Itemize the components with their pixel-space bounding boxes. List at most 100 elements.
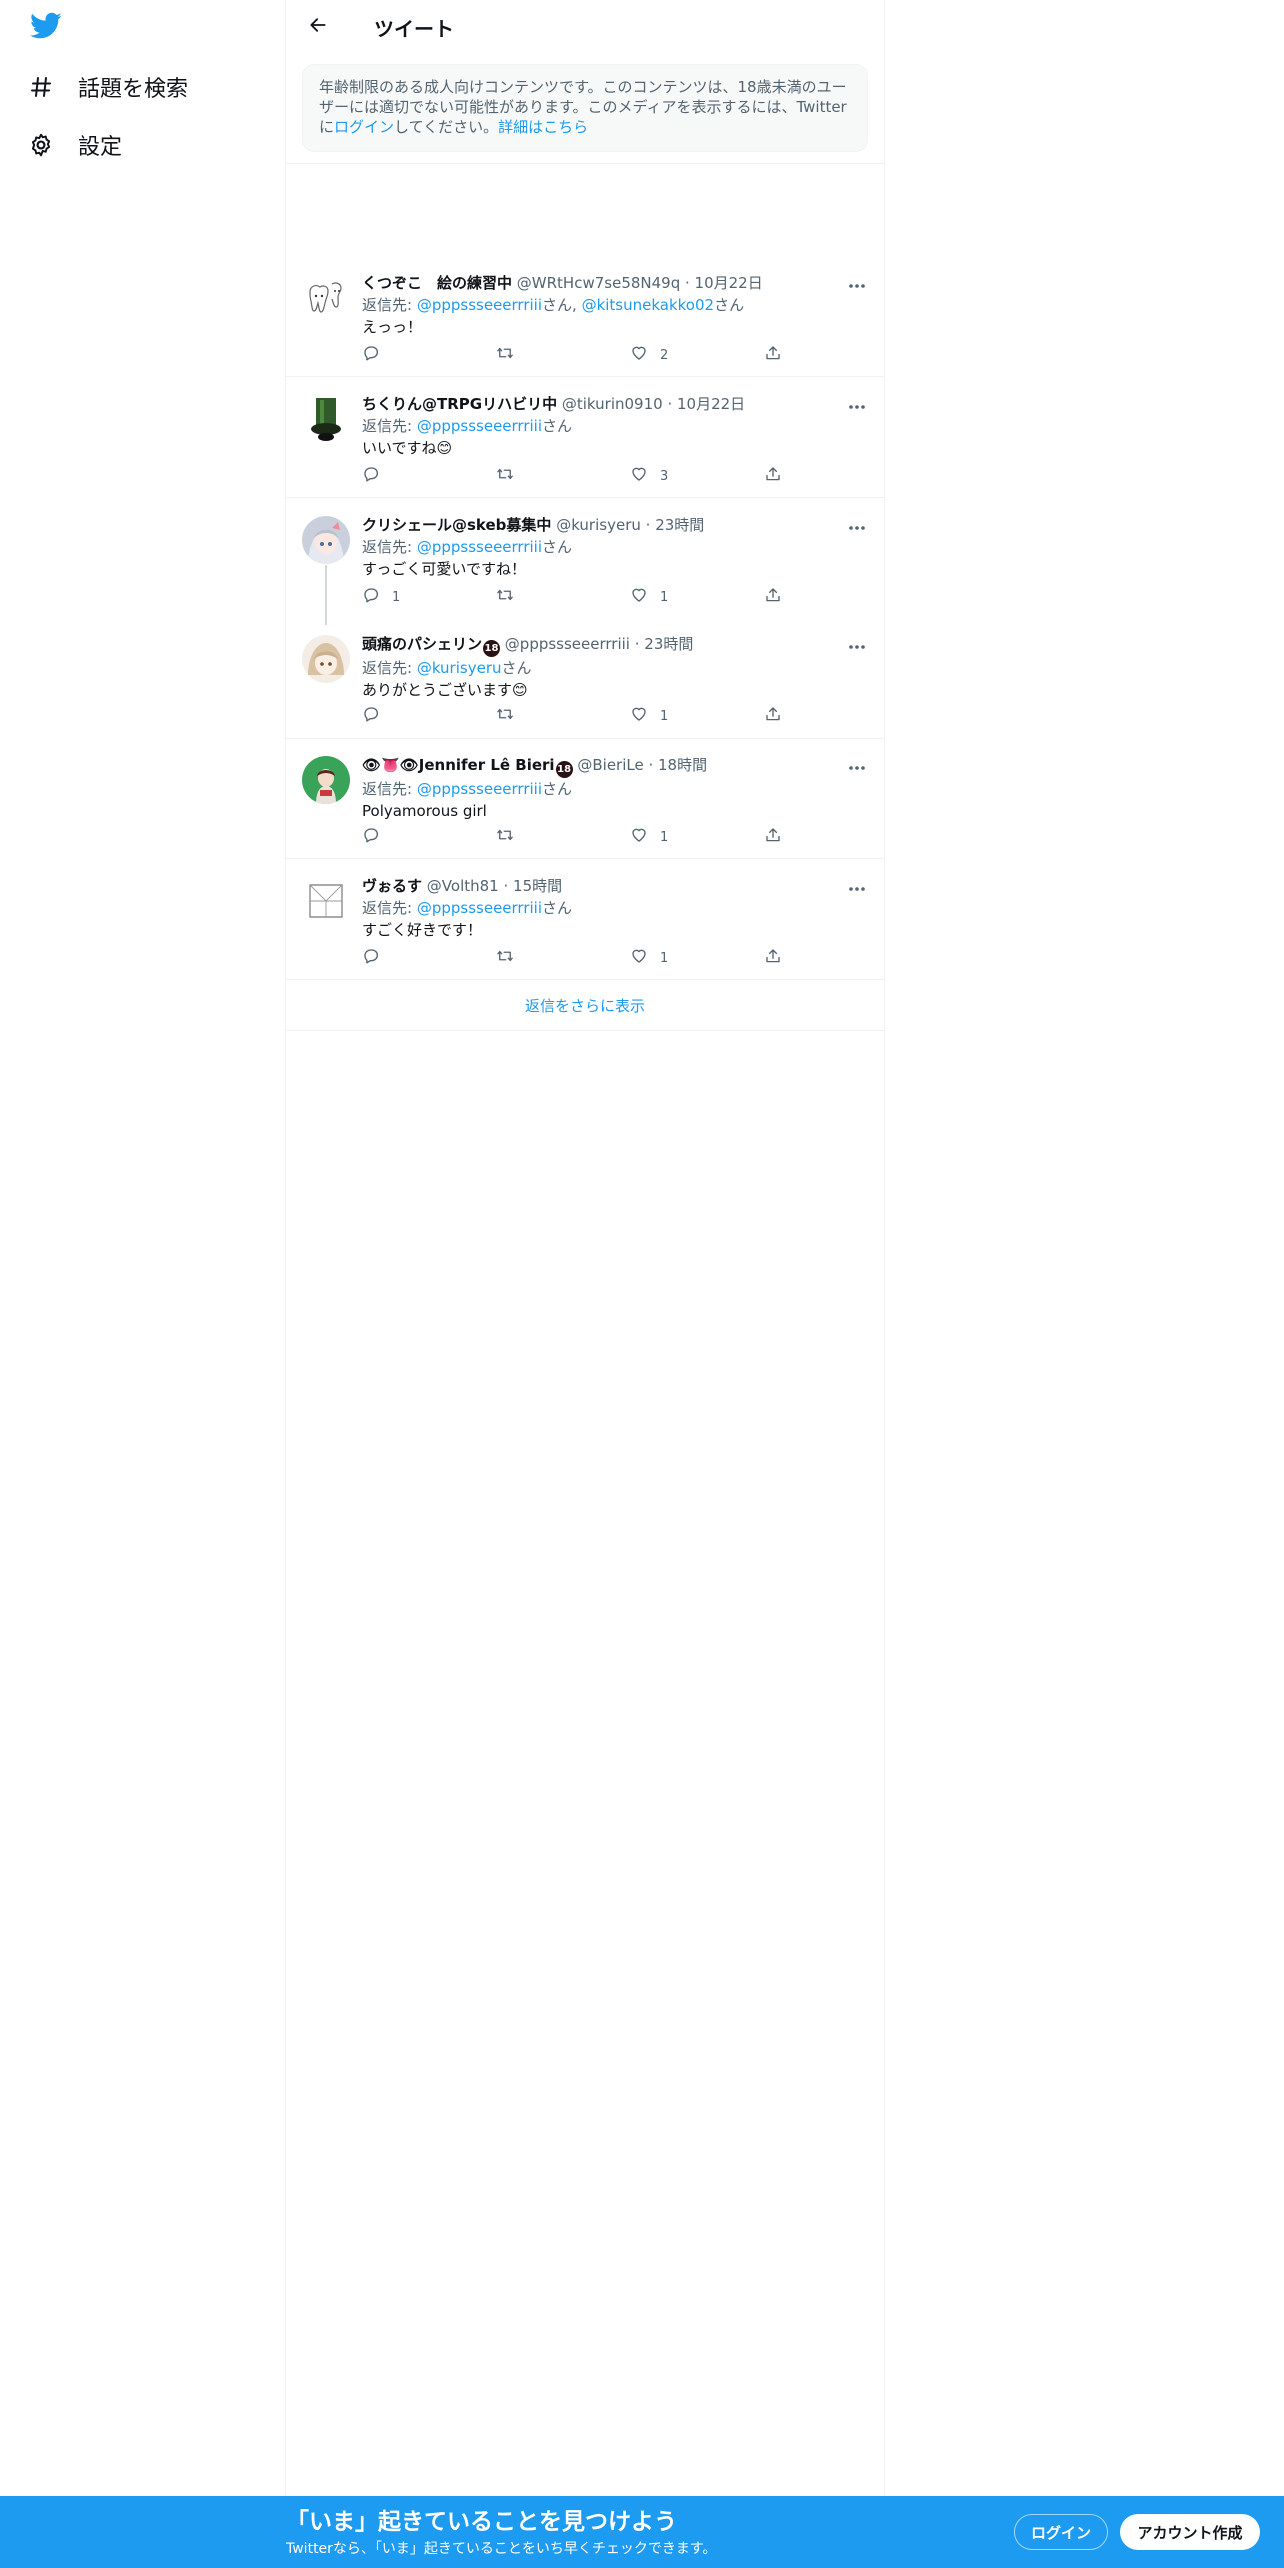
avatar[interactable] [302, 635, 350, 683]
tweet-text: えっっ！ [362, 318, 423, 336]
user-handle[interactable]: @tikurin0910 [562, 395, 663, 413]
show-more-replies-button[interactable]: 返信をさらに表示 [286, 980, 884, 1030]
retweet-button[interactable] [496, 826, 526, 848]
tweet-actions: 3 [362, 465, 802, 487]
share-button[interactable] [764, 586, 782, 608]
mention-link[interactable]: @kurisyeru [417, 659, 502, 677]
sidebar-item-explore[interactable]: 話題を検索 [24, 63, 188, 111]
avatar[interactable] [302, 274, 350, 322]
like-count: 1 [660, 950, 669, 966]
timestamp[interactable]: 15時間 [513, 877, 562, 895]
avatar[interactable] [302, 516, 350, 564]
heart-icon [630, 826, 648, 848]
back-button[interactable] [300, 9, 336, 45]
reply-button[interactable] [362, 465, 392, 487]
tweet-reply[interactable]: くつぞこ 絵の練習中 @WRtHcw7se58N49q · 10月22日 返信先… [286, 262, 884, 376]
tweet-reply[interactable]: クリシェール@skeb募集中 @kurisyeru · 23時間 返信先: @p… [286, 504, 884, 619]
like-button[interactable]: 1 [630, 947, 668, 969]
more-options-button[interactable] [844, 514, 870, 536]
timestamp[interactable]: 18時間 [658, 756, 707, 774]
reply-button[interactable] [362, 705, 392, 727]
timestamp[interactable]: 23時間 [655, 516, 704, 534]
create-account-button[interactable]: アカウント作成 [1120, 2514, 1260, 2550]
display-name[interactable]: くつぞこ 絵の練習中 [362, 274, 512, 292]
tweet-reply[interactable]: 頭痛のパシェリン 18 @pppssseeerrriii · 23時間 返信先: … [286, 623, 884, 738]
user-handle[interactable]: @pppssseeerrriii [505, 635, 630, 653]
avatar[interactable] [302, 756, 350, 804]
twitter-logo-icon[interactable] [30, 12, 66, 44]
share-button[interactable] [764, 826, 782, 848]
tweet-reply[interactable]: ちくりん@TRPGリハビリ中 @tikurin0910 · 10月22日 返信先… [286, 383, 884, 497]
reply-button[interactable] [362, 947, 392, 969]
tweet-actions: 1 [362, 947, 802, 969]
avatar[interactable] [302, 395, 350, 443]
divider [286, 858, 884, 859]
share-button[interactable] [764, 344, 782, 366]
tweet-body: 頭痛のパシェリン 18 @pppssseeerrriii · 23時間 返信先: … [362, 633, 862, 701]
like-button[interactable]: 1 [630, 826, 668, 848]
retweet-button[interactable] [496, 344, 526, 366]
divider [286, 497, 884, 498]
banner-title: 「いま」起きていることを見つけよう [286, 2509, 677, 2535]
reply-button[interactable] [362, 344, 392, 366]
mention-link[interactable]: @pppssseeerrriii [417, 538, 542, 556]
user-handle[interactable]: @BieriLe [577, 756, 643, 774]
timestamp[interactable]: 10月22日 [695, 274, 763, 292]
reply-context: 返信先: @pppssseeerrriiiさん [362, 780, 573, 798]
like-count: 3 [660, 468, 669, 484]
more-options-button[interactable] [844, 633, 870, 655]
sidebar-item-settings[interactable]: 設定 [24, 121, 122, 169]
retweet-button[interactable] [496, 947, 526, 969]
like-button[interactable]: 1 [630, 586, 668, 608]
mention-link[interactable]: @pppssseeerrriii [417, 296, 542, 314]
notice-text: 年齢制限のある成人向けコンテンツです。このコンテンツは、18歳未満のユー [319, 78, 847, 96]
more-options-button[interactable] [844, 875, 870, 897]
share-button[interactable] [764, 465, 782, 487]
header: ツイート [286, 0, 884, 54]
user-handle[interactable]: @Volth81 [427, 877, 499, 895]
retweet-button[interactable] [496, 465, 526, 487]
display-name[interactable]: クリシェール@skeb募集中 [362, 516, 551, 534]
avatar[interactable] [302, 877, 350, 925]
retweet-button[interactable] [496, 586, 526, 608]
main-column: ツイート 年齢制限のある成人向けコンテンツです。このコンテンツは、18歳未満のユ… [285, 0, 885, 2496]
display-name[interactable]: 頭痛のパシェリン [362, 635, 482, 653]
reply-icon [362, 465, 380, 487]
tweet-actions: 1 1 [362, 586, 802, 608]
reply-icon [362, 586, 380, 608]
more-options-button[interactable] [844, 393, 870, 415]
mention-link[interactable]: @pppssseeerrriii [417, 899, 542, 917]
user-handle[interactable]: @kurisyeru [556, 516, 641, 534]
share-button[interactable] [764, 705, 782, 727]
share-button[interactable] [764, 947, 782, 969]
reply-context: 返信先: @pppssseeerrriiiさん [362, 538, 573, 556]
like-button[interactable]: 2 [630, 344, 668, 366]
tweet-reply[interactable]: ヴぉるす @Volth81 · 15時間 返信先: @pppssseeerrri… [286, 865, 884, 979]
login-button[interactable]: ログイン [1014, 2514, 1108, 2550]
mention-link[interactable]: @kitsunekakko02 [582, 296, 715, 314]
display-name[interactable]: 👁👅👁Jennifer Lê Bieri [362, 756, 555, 774]
display-name[interactable]: ちくりん@TRPGリハビリ中 [362, 395, 557, 413]
more-options-button[interactable] [844, 754, 870, 776]
mention-link[interactable]: @pppssseeerrriii [417, 417, 542, 435]
tweet-reply[interactable]: 👁👅👁Jennifer Lê Bieri 18 @BieriLe · 18時間 返… [286, 744, 884, 858]
login-link[interactable]: ログイン [334, 118, 394, 136]
more-options-button[interactable] [844, 272, 870, 294]
sidebar-item-label: 話題を検索 [78, 77, 189, 102]
user-handle[interactable]: @WRtHcw7se58N49q [517, 274, 680, 292]
reply-button[interactable]: 1 [362, 586, 400, 608]
retweet-icon [496, 586, 514, 608]
like-button[interactable]: 1 [630, 705, 668, 727]
tweet-text: すごく好きです！ [362, 921, 483, 939]
share-icon [764, 344, 782, 366]
mention-link[interactable]: @pppssseeerrriii [417, 780, 542, 798]
gear-icon [24, 128, 58, 162]
details-link[interactable]: 詳細はこちら [498, 118, 588, 136]
like-button[interactable]: 3 [630, 465, 668, 487]
like-count: 1 [660, 829, 669, 845]
timestamp[interactable]: 10月22日 [677, 395, 745, 413]
reply-button[interactable] [362, 826, 392, 848]
retweet-button[interactable] [496, 705, 526, 727]
timestamp[interactable]: 23時間 [644, 635, 693, 653]
display-name[interactable]: ヴぉるす [362, 877, 422, 895]
